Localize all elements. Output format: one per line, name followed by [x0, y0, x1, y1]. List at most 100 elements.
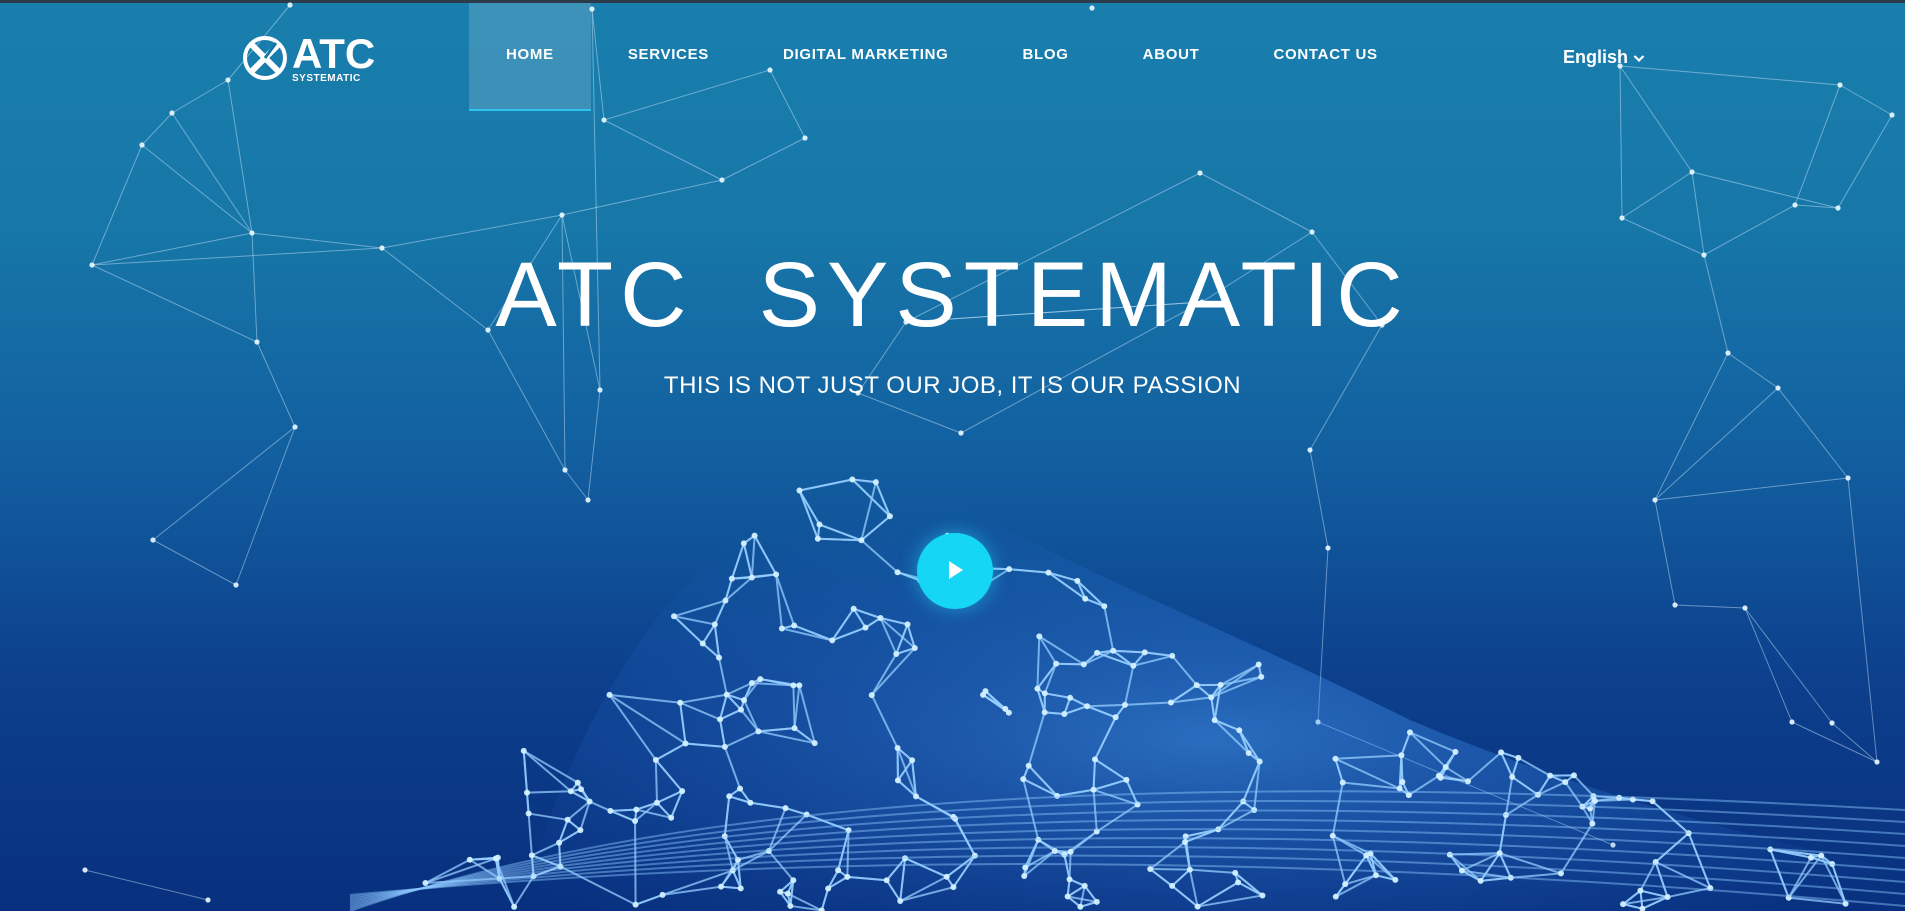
nav-item-services[interactable]: SERVICES	[591, 3, 746, 111]
logo[interactable]: ATC SYSTEMATIC	[242, 30, 376, 85]
mesh-node	[849, 476, 856, 483]
mesh-node	[1259, 892, 1266, 899]
mesh-node	[1562, 779, 1569, 786]
mesh-node	[466, 856, 473, 863]
mesh-node	[835, 867, 842, 874]
mesh-node	[897, 898, 904, 905]
mesh-node	[1041, 690, 1048, 697]
mesh-node	[1036, 633, 1043, 640]
mesh-node	[564, 816, 571, 823]
play-video-button[interactable]	[917, 533, 993, 609]
mesh-node	[1452, 748, 1459, 755]
mesh-node	[950, 884, 957, 891]
mesh-node	[737, 785, 744, 792]
mesh-node	[1547, 772, 1554, 779]
mesh-node	[1074, 577, 1081, 584]
mesh-node	[1112, 714, 1119, 721]
mesh-node	[791, 622, 798, 629]
mesh-node	[911, 645, 918, 652]
mesh-node	[1396, 785, 1403, 792]
nav-item-blog[interactable]: BLOG	[986, 3, 1106, 111]
mesh-node	[1110, 647, 1117, 654]
mesh-node	[528, 852, 535, 859]
mesh-node	[778, 625, 785, 632]
mesh-node	[1256, 758, 1263, 765]
mesh-node	[1081, 882, 1088, 889]
mesh-strand	[1150, 868, 1190, 871]
mesh-node	[872, 479, 879, 486]
mesh-node	[492, 855, 499, 862]
nav-item-about[interactable]: ABOUT	[1106, 3, 1237, 111]
mesh-node	[1021, 873, 1028, 880]
mesh-node	[1186, 866, 1193, 873]
nav-item-contact-us[interactable]: CONTACT US	[1236, 3, 1414, 111]
mesh-node	[1077, 903, 1084, 910]
mesh-node	[943, 873, 950, 880]
mesh-node	[1182, 839, 1189, 846]
mesh-node	[829, 637, 836, 644]
mesh-node	[784, 890, 791, 897]
mesh-node	[1236, 727, 1243, 734]
mesh-node	[1051, 847, 1058, 854]
mesh-node	[1637, 887, 1644, 894]
mesh-strand	[654, 759, 658, 803]
mesh-node	[894, 745, 901, 752]
mesh-node	[1398, 752, 1405, 759]
mesh-node	[699, 640, 706, 647]
mesh-node	[632, 818, 639, 825]
mesh-node	[1045, 569, 1052, 576]
mesh-node	[894, 569, 901, 576]
mesh-node	[1217, 681, 1224, 688]
mesh-node	[1515, 754, 1522, 761]
mesh-node	[718, 883, 725, 890]
mesh-node	[1329, 832, 1336, 839]
chevron-down-icon	[1633, 55, 1645, 63]
nav-item-label: BLOG	[1022, 45, 1069, 63]
mesh-node	[1061, 711, 1068, 718]
mesh-node	[883, 877, 890, 884]
mesh-node	[1435, 772, 1442, 779]
mesh-node	[858, 537, 865, 544]
mesh-node	[1235, 879, 1242, 886]
mesh-node	[737, 885, 744, 892]
site-header: ATC SYSTEMATIC HOME SERVICES DIGITAL MAR…	[0, 3, 1905, 111]
mesh-node	[1406, 729, 1413, 736]
mesh-node	[1664, 894, 1671, 901]
logo-brand-text: ATC	[292, 30, 376, 77]
mesh-strand	[634, 821, 637, 905]
logo-mark-icon	[243, 36, 287, 80]
mesh-node	[811, 740, 818, 747]
mesh-node	[633, 806, 640, 813]
mesh-node	[578, 786, 585, 793]
mesh-node	[816, 521, 823, 528]
mesh-node	[1258, 673, 1265, 680]
mesh-node	[1589, 820, 1596, 827]
mesh-node	[671, 613, 678, 620]
mesh-node	[1509, 773, 1516, 780]
mesh-node	[787, 902, 794, 909]
mesh-node	[862, 624, 869, 631]
mesh-node	[814, 535, 821, 542]
mesh-node	[1208, 694, 1215, 701]
mesh-node	[1020, 776, 1027, 783]
language-selector[interactable]: English	[1563, 47, 1645, 68]
mesh-node	[422, 880, 429, 887]
mesh-strand	[522, 750, 529, 793]
mesh-node	[1101, 603, 1108, 610]
mesh-node	[1090, 786, 1097, 793]
mesh-node	[1818, 852, 1825, 859]
mesh-node	[1808, 854, 1815, 861]
mesh-node	[844, 873, 851, 880]
mesh-node	[1064, 893, 1071, 900]
mesh-node	[717, 716, 724, 723]
mesh-node	[791, 725, 798, 732]
mesh-node	[1620, 901, 1627, 908]
mesh-node	[1498, 749, 1505, 756]
mesh-node	[606, 691, 613, 698]
nav-item-digital-marketing[interactable]: DIGITAL MARKETING	[746, 3, 986, 111]
mesh-node	[1211, 717, 1218, 724]
mesh-node	[877, 614, 884, 621]
mesh-strand	[1594, 798, 1633, 802]
mesh-node	[825, 885, 832, 892]
nav-item-home[interactable]: HOME	[469, 3, 591, 111]
